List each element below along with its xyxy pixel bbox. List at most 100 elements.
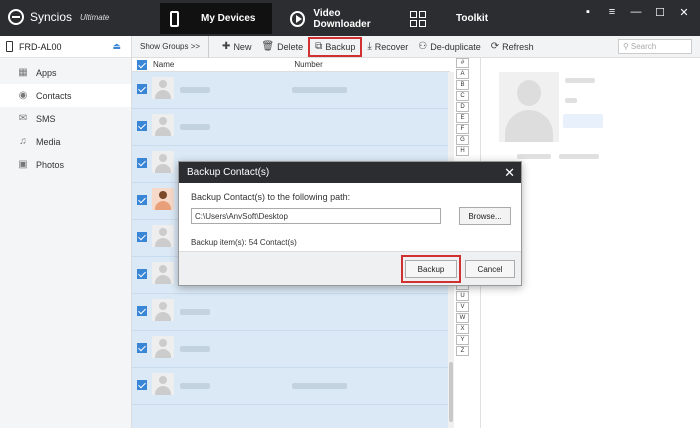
row-checkbox[interactable]: [137, 195, 147, 205]
backup-path-field[interactable]: C:\Users\AnvSoft\Desktop: [191, 208, 441, 224]
contact-number-redacted: [292, 383, 347, 389]
row-checkbox[interactable]: [137, 343, 147, 353]
alpha-index-z[interactable]: Z: [456, 346, 469, 356]
alpha-index-c[interactable]: C: [456, 91, 469, 101]
backup-label: Backup: [325, 41, 356, 52]
android-phone-icon: [6, 41, 13, 52]
alpha-index-a[interactable]: A: [456, 69, 469, 79]
column-name: Name: [153, 60, 175, 69]
toolbar: Show Groups >> ✚ New 🗑 Delete ⧉ Backup ⤓…: [132, 35, 700, 58]
sidebar-item-label: Photos: [36, 159, 65, 170]
sidebar-item-label: Contacts: [36, 90, 72, 101]
row-checkbox[interactable]: [137, 269, 147, 279]
sidebar-item-contacts[interactable]: ◉ Contacts: [0, 84, 131, 107]
alpha-index-hash[interactable]: #: [456, 58, 469, 68]
device-selector[interactable]: FRD-AL00 ⏏: [0, 36, 131, 58]
alpha-index-b[interactable]: B: [456, 80, 469, 90]
contact-avatar: [152, 225, 174, 247]
table-row[interactable]: [132, 294, 448, 331]
contact-avatar: [152, 336, 174, 358]
backup-items-count: Backup item(s): 54 Contact(s): [191, 238, 297, 247]
sidebar-item-photos[interactable]: ▣ Photos: [0, 153, 131, 176]
sms-icon: ✉: [18, 112, 28, 124]
dialog-close-icon[interactable]: ✕: [504, 165, 515, 181]
photos-icon: ▣: [18, 158, 28, 170]
browse-button[interactable]: Browse...: [459, 207, 511, 225]
tab-toolkit[interactable]: Toolkit: [404, 3, 514, 34]
sidebar-item-label: Media: [36, 136, 61, 147]
contact-name-redacted: [180, 124, 210, 130]
recover-button[interactable]: ⤓ Recover: [362, 37, 413, 57]
sidebar-item-media[interactable]: ♫ Media: [0, 130, 131, 153]
delete-button[interactable]: 🗑 Delete: [256, 37, 308, 57]
close-icon[interactable]: ✕: [678, 6, 690, 19]
minimize-icon[interactable]: —: [630, 6, 642, 19]
tab-my-devices-label: My Devices: [201, 13, 256, 24]
trash-icon: 🗑: [261, 41, 275, 52]
feedback-icon[interactable]: ▪: [582, 6, 594, 19]
eject-icon[interactable]: ⏏: [112, 41, 121, 52]
scrollbar-thumb[interactable]: [449, 362, 453, 422]
refresh-button[interactable]: ⟳ Refresh: [486, 37, 539, 57]
app-name: Syncios: [30, 10, 73, 24]
sidebar-item-sms[interactable]: ✉ SMS: [0, 107, 131, 130]
alpha-index-d[interactable]: D: [456, 102, 469, 112]
backup-highlight-frame: [401, 255, 461, 283]
sidebar-item-apps[interactable]: ▦ Apps: [0, 61, 131, 84]
alpha-index-x[interactable]: X: [456, 324, 469, 334]
table-row[interactable]: [132, 368, 448, 405]
deduplicate-button[interactable]: ⚇ De-duplicate: [413, 37, 486, 57]
alpha-index-h[interactable]: H: [456, 146, 469, 156]
delete-label: Delete: [277, 41, 304, 52]
tab-my-devices[interactable]: My Devices: [160, 3, 272, 34]
select-all-checkbox[interactable]: [137, 59, 147, 70]
alpha-index-y[interactable]: Y: [456, 335, 469, 345]
table-row[interactable]: [132, 331, 448, 368]
plus-icon: ✚: [222, 41, 231, 52]
refresh-label: Refresh: [502, 41, 534, 52]
backup-path-label: Backup Contact(s) to the following path:: [191, 192, 351, 202]
contact-name-redacted: [180, 309, 210, 315]
dialog-cancel-button[interactable]: Cancel: [465, 260, 515, 278]
row-checkbox[interactable]: [137, 306, 147, 316]
alpha-index-v[interactable]: V: [456, 302, 469, 312]
contacts-icon: ◉: [18, 89, 28, 101]
new-button[interactable]: ✚ New: [217, 37, 256, 57]
alpha-index-w[interactable]: W: [456, 313, 469, 323]
column-number: Number: [294, 60, 323, 69]
contact-list-header: Name Number: [132, 58, 450, 72]
row-checkbox[interactable]: [137, 84, 147, 94]
alpha-index-f[interactable]: F: [456, 124, 469, 134]
sidebar-item-label: SMS: [36, 113, 56, 124]
recover-icon: ⤓: [367, 41, 372, 52]
contact-avatar: [152, 299, 174, 321]
search-icon: ⚲: [623, 42, 629, 51]
contact-avatar: [152, 114, 174, 136]
row-checkbox[interactable]: [137, 121, 147, 131]
row-checkbox[interactable]: [137, 380, 147, 390]
backup-button[interactable]: ⧉ Backup: [308, 36, 363, 57]
alpha-index-g[interactable]: G: [456, 135, 469, 145]
sidebar-item-label: Apps: [36, 67, 57, 78]
table-row[interactable]: [132, 109, 448, 146]
apps-icon: ▦: [18, 66, 28, 78]
search-placeholder: Search: [630, 42, 657, 51]
row-checkbox[interactable]: [137, 232, 147, 242]
contact-detail-avatar: [499, 72, 559, 142]
phone-icon: [170, 10, 179, 27]
edit-contact-button[interactable]: [563, 114, 603, 128]
tab-video-downloader[interactable]: Video Downloader: [286, 3, 396, 34]
alpha-index-e[interactable]: E: [456, 113, 469, 123]
show-groups-button[interactable]: Show Groups >>: [132, 35, 210, 58]
maximize-icon[interactable]: ☐: [654, 6, 666, 19]
app-logo: Syncios Ultimate: [8, 9, 109, 25]
contact-photo: [152, 188, 174, 210]
contact-avatar: [152, 373, 174, 395]
table-row[interactable]: [132, 72, 448, 109]
contact-avatar: [152, 77, 174, 99]
search-input[interactable]: ⚲ Search: [618, 39, 692, 54]
row-checkbox[interactable]: [137, 158, 147, 168]
menu-icon[interactable]: ≡: [606, 6, 618, 19]
contact-number-redacted: [292, 87, 347, 93]
alpha-index-u[interactable]: U: [456, 291, 469, 301]
